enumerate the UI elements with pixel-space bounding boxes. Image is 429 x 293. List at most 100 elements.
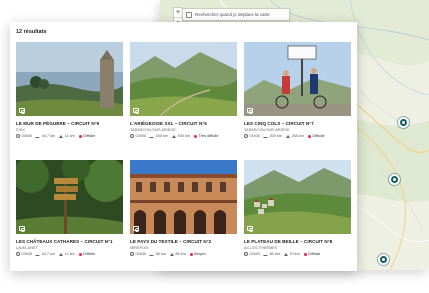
camera-icon [19, 108, 25, 114]
checkbox-icon[interactable] [186, 11, 192, 18]
route-title: LES CINQ COLS – CIRCUIT N°7 [244, 121, 314, 126]
route-elevation: 85 km [175, 252, 186, 256]
route-meta: 03h45 44,7 km 11 km Difficile [16, 252, 123, 256]
route-thumbnail[interactable] [130, 160, 237, 234]
route-thumbnail[interactable] [244, 42, 351, 116]
route-location: LAVELANET [16, 246, 38, 250]
distance-icon [35, 252, 41, 256]
route-card[interactable]: LE MUR DE PÉGUÈRE – CIRCUIT N°9 FOIX 03h… [16, 42, 123, 155]
route-distance: 58 km [155, 252, 166, 256]
elevation-icon [286, 134, 291, 138]
route-duration: 02h00 [135, 134, 147, 138]
photo-monument [16, 42, 123, 116]
clock-icon [244, 252, 248, 256]
route-card[interactable]: LES CINQ COLS – CIRCUIT N°7 TARASCON-SUR… [244, 42, 351, 155]
route-meta: 03h00 44,7 km 11 km Difficile [16, 134, 123, 138]
clock-icon [244, 134, 248, 138]
route-distance: 44,7 km [41, 252, 56, 256]
route-location: FOIX [16, 128, 25, 132]
elevation-icon [59, 252, 64, 256]
route-thumbnail[interactable] [16, 160, 123, 234]
route-card[interactable]: LE PLATEAU DE BEILLE – CIRCUIT N°8 AX-LE… [244, 160, 351, 273]
route-title: LE PLATEAU DE BEILLE – CIRCUIT N°8 [244, 239, 333, 244]
difficulty-icon [189, 252, 193, 256]
photo-signpost [16, 160, 123, 234]
distance-icon [263, 252, 269, 256]
route-card[interactable]: L'ARIÉGEOISE XXL – CIRCUIT N°6 TARASCON-… [130, 42, 237, 155]
route-title: LE MUR DE PÉGUÈRE – CIRCUIT N°9 [16, 121, 100, 126]
map-marker[interactable] [378, 254, 389, 265]
route-duration: 02h00 [249, 252, 261, 256]
route-card[interactable]: LES CHÂTEAUX CATHARES – CIRCUIT N°1 LAVE… [16, 160, 123, 273]
results-grid: LE MUR DE PÉGUÈRE – CIRCUIT N°9 FOIX 03h… [16, 42, 351, 273]
route-distance: 200 km [269, 134, 283, 138]
route-distance: 160 km [155, 134, 169, 138]
difficulty-icon [78, 252, 82, 256]
route-difficulty: Moyen [194, 252, 206, 256]
camera-icon [133, 226, 139, 232]
search-on-move-toggle[interactable]: Rechercher quand je déplace la carte [182, 8, 290, 21]
difficulty-icon [193, 134, 197, 138]
results-panel: 12 résultats LE MUR DE PÉGUÈRE – CIRCUIT… [10, 22, 357, 271]
route-meta: 02h00 60 km 70 km Difficile [244, 252, 351, 256]
route-location: TARASCON-SUR-ARIÈGE [130, 128, 176, 132]
route-difficulty: Difficile [308, 252, 321, 256]
clock-icon [130, 252, 134, 256]
route-elevation: 11 km [64, 134, 75, 138]
route-thumbnail[interactable] [244, 160, 351, 234]
distance-icon [263, 134, 269, 138]
route-duration: 01h30 [249, 134, 261, 138]
distance-icon [35, 134, 41, 138]
elevation-icon [172, 134, 177, 138]
photo-medieval-square [130, 160, 237, 234]
photo-mountain-village [244, 160, 351, 234]
distance-icon [149, 134, 155, 138]
clock-icon [16, 134, 20, 138]
route-duration: 03h45 [21, 252, 33, 256]
clock-icon [130, 134, 134, 138]
route-duration: 03h00 [21, 134, 33, 138]
distance-icon [149, 252, 155, 256]
route-difficulty: Difficile [312, 134, 325, 138]
route-elevation: 11 km [64, 252, 75, 256]
route-distance: 44,7 km [41, 134, 56, 138]
difficulty-icon [307, 134, 311, 138]
difficulty-icon [303, 252, 307, 256]
clock-icon [16, 252, 20, 256]
route-card[interactable]: LE PAYS DU TEXTILE – CIRCUIT N°2 MIREPOI… [130, 160, 237, 273]
route-distance: 60 km [269, 252, 280, 256]
route-difficulty: Très difficile [198, 134, 219, 138]
route-location: AX-LES-THERMES [244, 246, 278, 250]
zoom-in-button[interactable]: + [174, 8, 182, 17]
route-meta: 01h30 200 km 265 km Difficile [244, 134, 351, 138]
route-elevation: 400 km [177, 134, 190, 138]
route-thumbnail[interactable] [16, 42, 123, 116]
route-difficulty: Difficile [83, 134, 96, 138]
route-title: LE PAYS DU TEXTILE – CIRCUIT N°2 [130, 239, 212, 244]
route-elevation: 70 km [289, 252, 300, 256]
elevation-icon [283, 252, 288, 256]
elevation-icon [169, 252, 174, 256]
route-title: LES CHÂTEAUX CATHARES – CIRCUIT N°1 [16, 239, 113, 244]
elevation-icon [59, 134, 64, 138]
route-meta: 02h30 58 km 85 km Moyen [130, 252, 237, 256]
route-title: L'ARIÉGEOISE XXL – CIRCUIT N°6 [130, 121, 207, 126]
route-location: MIREPOIX [130, 246, 149, 250]
camera-icon [133, 108, 139, 114]
camera-icon [247, 226, 253, 232]
difficulty-icon [78, 134, 82, 138]
map-marker[interactable] [389, 174, 400, 185]
search-on-move-label: Rechercher quand je déplace la carte [195, 12, 270, 17]
route-thumbnail[interactable] [130, 42, 237, 116]
camera-icon [19, 226, 25, 232]
route-meta: 02h00 160 km 400 km Très difficile [130, 134, 237, 138]
route-duration: 02h30 [135, 252, 147, 256]
map-marker[interactable] [398, 117, 409, 128]
photo-cyclists [244, 42, 351, 116]
results-count: 12 résultats [16, 29, 47, 35]
camera-icon [247, 108, 253, 114]
photo-mountain-valley [130, 42, 237, 116]
route-location: TARASCON-SUR-ARIÈGE [244, 128, 290, 132]
route-difficulty: Difficile [83, 252, 96, 256]
route-elevation: 265 km [291, 134, 304, 138]
